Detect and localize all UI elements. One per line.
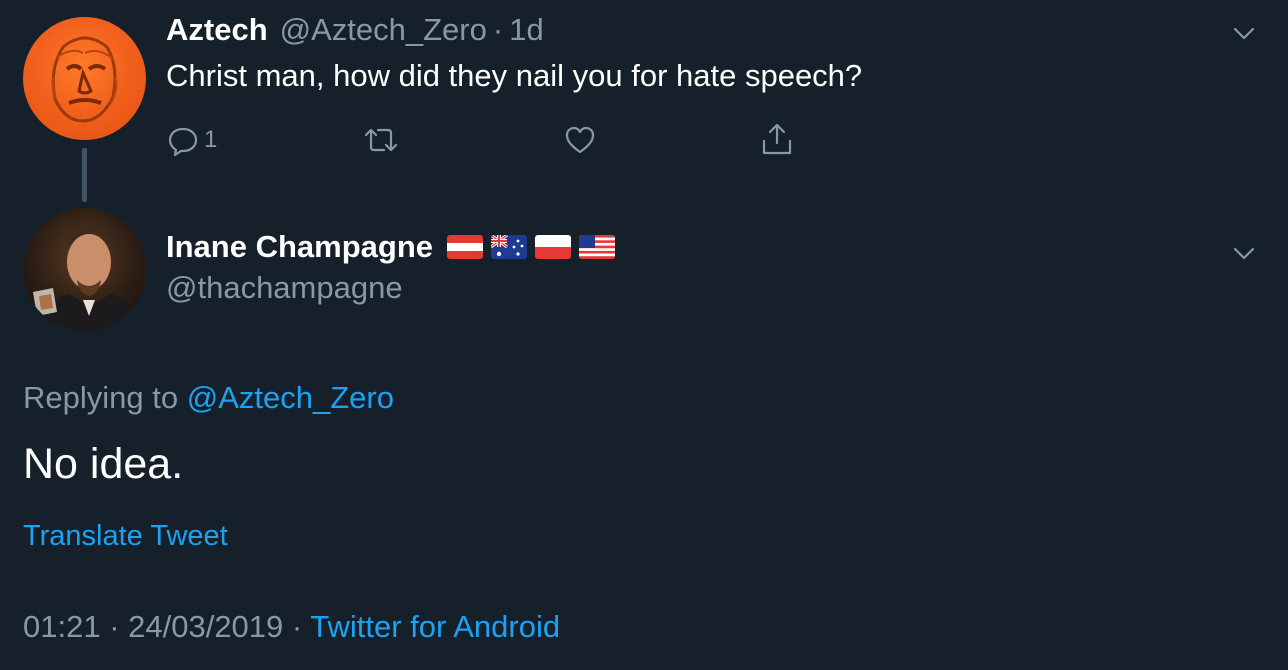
- like-icon: [565, 126, 595, 154]
- flag-usa-icon: [579, 235, 615, 259]
- parent-tweet-header: Aztech @Aztech_Zero · 1d: [166, 12, 544, 52]
- parent-author-name[interactable]: Aztech: [166, 12, 268, 48]
- share-icon: [762, 123, 792, 155]
- separator-dot: ·: [492, 12, 504, 47]
- tweet-timestamp: 01:21 · 24/03/2019 ·: [23, 609, 311, 644]
- reply-button[interactable]: 1: [166, 123, 217, 157]
- translate-tweet-link[interactable]: Translate Tweet: [23, 520, 228, 553]
- retweet-button[interactable]: [362, 123, 400, 157]
- like-button[interactable]: [563, 123, 597, 157]
- flag-australia-icon: [491, 235, 527, 259]
- replying-to-label: Replying to: [23, 380, 187, 415]
- parent-time[interactable]: 1d: [509, 12, 543, 48]
- replying-to-handle[interactable]: @Aztech_Zero: [187, 380, 394, 415]
- face-sketch-icon: [51, 36, 118, 123]
- tweet-meta-line: 01:21 · 24/03/2019 · Twitter for Android: [23, 609, 560, 645]
- main-tweet-text: No idea.: [23, 440, 184, 488]
- main-avatar[interactable]: [23, 208, 146, 331]
- parent-menu-button[interactable]: [1231, 20, 1257, 46]
- person-photo-icon: [33, 230, 139, 331]
- chevron-down-icon: [1233, 247, 1255, 260]
- parent-handle[interactable]: @Aztech_Zero: [280, 12, 487, 48]
- reply-icon: [168, 127, 198, 157]
- main-handle[interactable]: @thachampagne: [166, 270, 403, 306]
- parent-tweet-text: Christ man, how did they nail you for ha…: [166, 58, 863, 93]
- main-author-name[interactable]: Inane Champagne: [166, 229, 433, 265]
- main-tweet-author-row: Inane Champagne: [166, 226, 615, 268]
- chevron-down-icon: [1233, 27, 1255, 40]
- reply-count: 1: [204, 126, 218, 153]
- parent-avatar[interactable]: [23, 17, 146, 140]
- retweet-icon: [364, 128, 398, 152]
- share-button[interactable]: [760, 121, 794, 157]
- tweet-source-link[interactable]: Twitter for Android: [310, 609, 560, 644]
- replying-to-line: Replying to @Aztech_Zero: [23, 380, 394, 416]
- flag-poland-icon: [535, 235, 571, 259]
- thread-connector-line: [82, 148, 87, 202]
- main-menu-button[interactable]: [1231, 240, 1257, 266]
- flag-austria-icon: [447, 235, 483, 259]
